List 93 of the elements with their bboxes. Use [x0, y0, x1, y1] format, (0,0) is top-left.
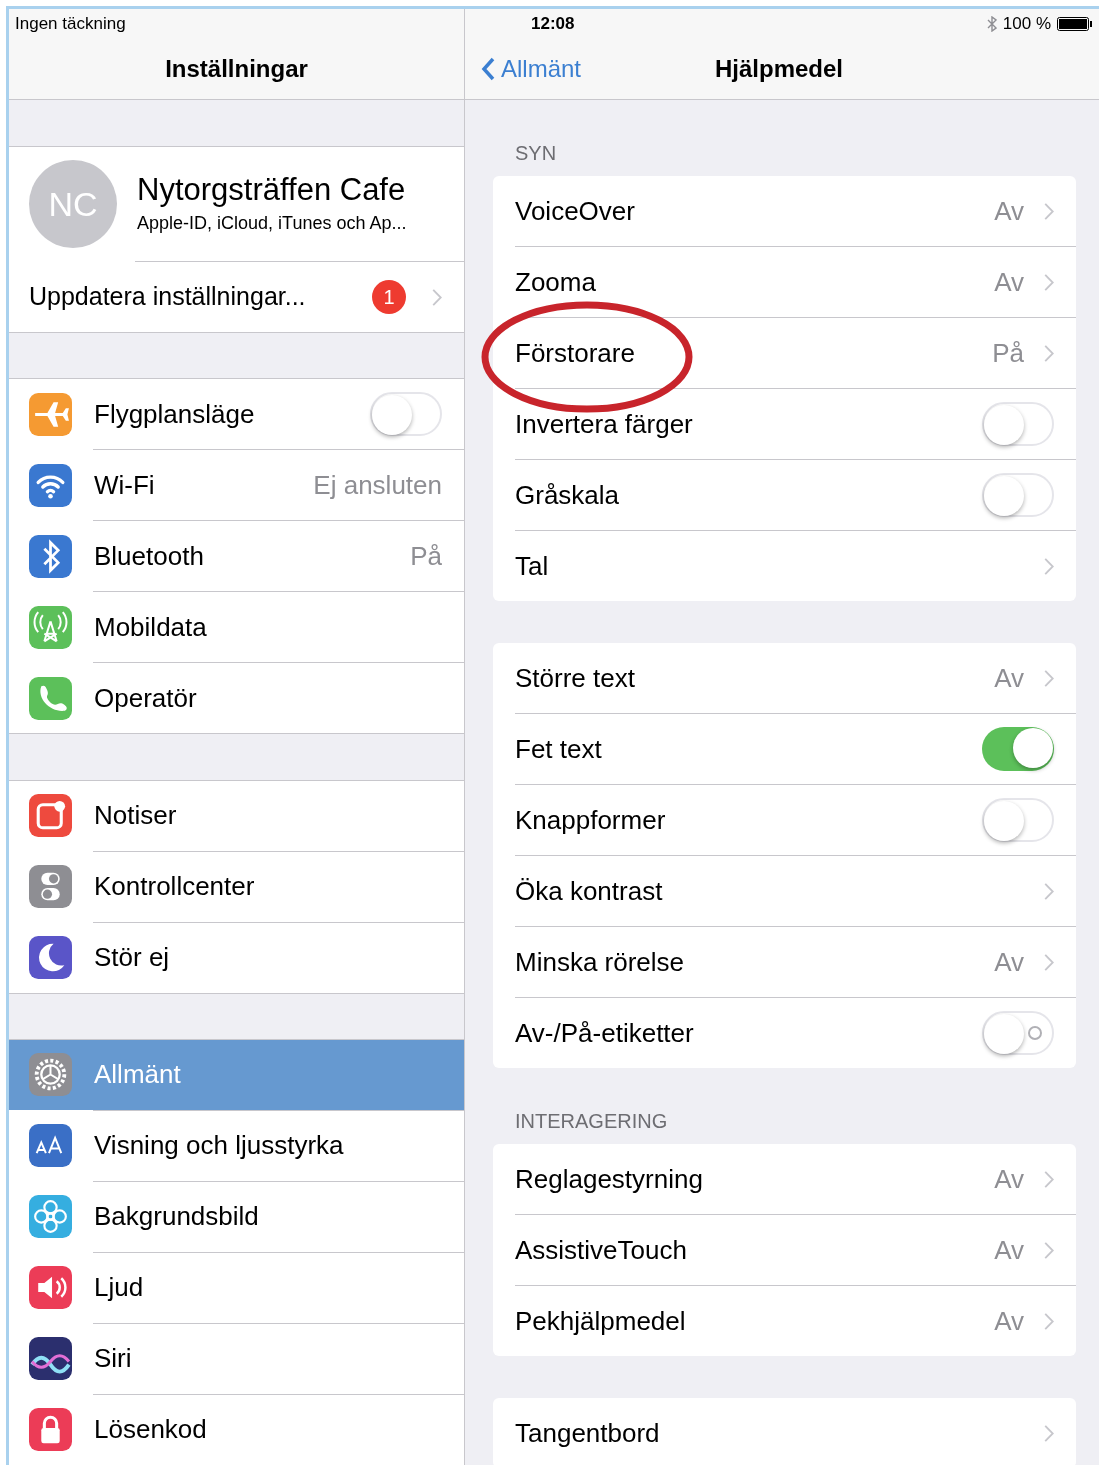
carrier-label: Ingen täckning — [15, 13, 126, 36]
nav-title: Inställningar — [165, 54, 308, 84]
row-label: Knappformer — [515, 803, 667, 837]
back-chevron-icon — [481, 57, 495, 81]
settings-row[interactable]: VoiceOver Av — [493, 176, 1076, 246]
toggle-switch[interactable] — [982, 798, 1054, 842]
toggle-switch[interactable] — [982, 402, 1054, 446]
item-label: Bluetooth — [94, 539, 205, 573]
section-header: SYN — [515, 141, 557, 166]
chevron-icon — [1044, 1170, 1054, 1188]
toggle-switch[interactable] — [982, 473, 1054, 517]
item-label: Notiser — [94, 799, 178, 833]
settings-row[interactable]: Av-/På-etiketter — [493, 998, 1076, 1068]
update-row[interactable]: Uppdatera inställningar... 1 — [9, 262, 464, 333]
avatar: NC — [29, 160, 117, 249]
row-label: Reglagestyrning — [515, 1162, 704, 1196]
settings-row[interactable]: Invertera färger — [493, 389, 1076, 459]
item-label: Stör ej — [94, 941, 171, 975]
profile-row[interactable]: NC Nytorgsträffen Cafe Apple-ID, iCloud, iTunes och Ap... — [9, 147, 464, 262]
settings-row[interactable]: Minska rörelse Av — [493, 927, 1076, 997]
profile-subtitle: Apple-ID, iCloud, iTunes och Ap... — [137, 212, 407, 236]
update-label: Uppdatera inställningar... — [29, 281, 307, 313]
row-label: Förstorare — [515, 336, 636, 370]
item-label: Bakgrundsbild — [94, 1200, 260, 1234]
row-label: Fet text — [515, 732, 603, 766]
chevron-icon — [1044, 344, 1054, 362]
chevron-icon — [1044, 1312, 1054, 1330]
section-header: INTERAGERING — [515, 1109, 668, 1134]
settings-row[interactable]: Reglagestyrning Av — [493, 1144, 1076, 1214]
row-label: Zooma — [515, 265, 597, 299]
chevron-icon — [1044, 273, 1054, 291]
row-value: Av — [994, 1233, 1024, 1267]
row-value: Av — [994, 945, 1024, 979]
chevron-icon — [1044, 202, 1054, 220]
row-label: Större text — [515, 661, 636, 695]
row-value: Av — [994, 1162, 1024, 1196]
row-value: Av — [994, 661, 1024, 695]
row-value: Av — [994, 265, 1024, 299]
battery-icon — [1057, 17, 1093, 31]
settings-row[interactable]: Öka kontrast — [493, 856, 1076, 926]
row-label: AssistiveTouch — [515, 1233, 688, 1267]
item-label: Siri — [94, 1342, 133, 1376]
chevron-icon — [1044, 953, 1054, 971]
settings-row[interactable]: Pekhjälpmedel Av — [493, 1286, 1076, 1356]
off-label-icon — [1028, 1026, 1042, 1040]
item-label: Lösenkod — [94, 1413, 208, 1447]
chevron-icon — [1044, 1424, 1054, 1442]
toggle-switch[interactable] — [370, 392, 442, 437]
item-label: Kontrollcenter — [94, 870, 256, 904]
item-label: Ljud — [94, 1271, 145, 1305]
row-value: Av — [994, 194, 1024, 228]
settings-row[interactable]: Större text Av — [493, 643, 1076, 713]
toggle-switch[interactable] — [982, 1011, 1054, 1055]
row-label: Minska rörelse — [515, 945, 686, 979]
row-label: Av-/På-etiketter — [515, 1016, 695, 1050]
item-label: Allmänt — [94, 1058, 182, 1092]
chevron-icon — [1044, 1241, 1054, 1259]
row-label: VoiceOver — [515, 194, 636, 228]
item-value: Ej ansluten — [313, 468, 442, 502]
back-button[interactable]: Allmänt — [481, 51, 582, 87]
settings-row[interactable]: Fet text — [493, 714, 1076, 784]
item-label: Wi-Fi — [94, 468, 156, 502]
nav-title: Hjälpmedel — [715, 54, 844, 84]
row-value: På — [992, 336, 1024, 370]
row-label: Pekhjälpmedel — [515, 1304, 687, 1338]
bluetooth-icon — [986, 16, 997, 32]
settings-row[interactable]: Tangentbord — [493, 1398, 1076, 1465]
profile-name: Nytorgsträffen Cafe — [137, 171, 407, 210]
item-label: Visning och ljusstyrka — [94, 1129, 345, 1163]
item-value: På — [410, 539, 442, 573]
row-label: Gråskala — [515, 478, 621, 512]
chevron-icon — [1044, 882, 1054, 900]
chevron-icon — [432, 288, 442, 306]
chevron-icon — [1044, 669, 1054, 687]
chevron-icon — [1044, 557, 1054, 575]
item-label: Mobildata — [94, 610, 208, 644]
notification-badge: 1 — [372, 280, 406, 315]
row-label: Invertera färger — [515, 407, 694, 441]
toggle-switch[interactable] — [982, 727, 1054, 771]
item-label: Flygplansläge — [94, 397, 256, 431]
status-time: 12:08 — [531, 13, 575, 36]
battery-label: 100 % — [1002, 13, 1051, 36]
settings-row[interactable]: AssistiveTouch Av — [493, 1215, 1076, 1285]
row-label: Tangentbord — [515, 1416, 661, 1450]
row-value: Av — [994, 1304, 1024, 1338]
settings-row[interactable]: Förstorare På — [493, 318, 1076, 388]
row-label: Tal — [515, 549, 550, 583]
settings-row[interactable]: Knappformer — [493, 785, 1076, 855]
settings-row[interactable]: Zooma Av — [493, 247, 1076, 317]
row-label: Öka kontrast — [515, 874, 664, 908]
item-label: Operatör — [94, 681, 198, 715]
settings-row[interactable]: Gråskala — [493, 460, 1076, 530]
settings-row[interactable]: Tal — [493, 531, 1076, 601]
